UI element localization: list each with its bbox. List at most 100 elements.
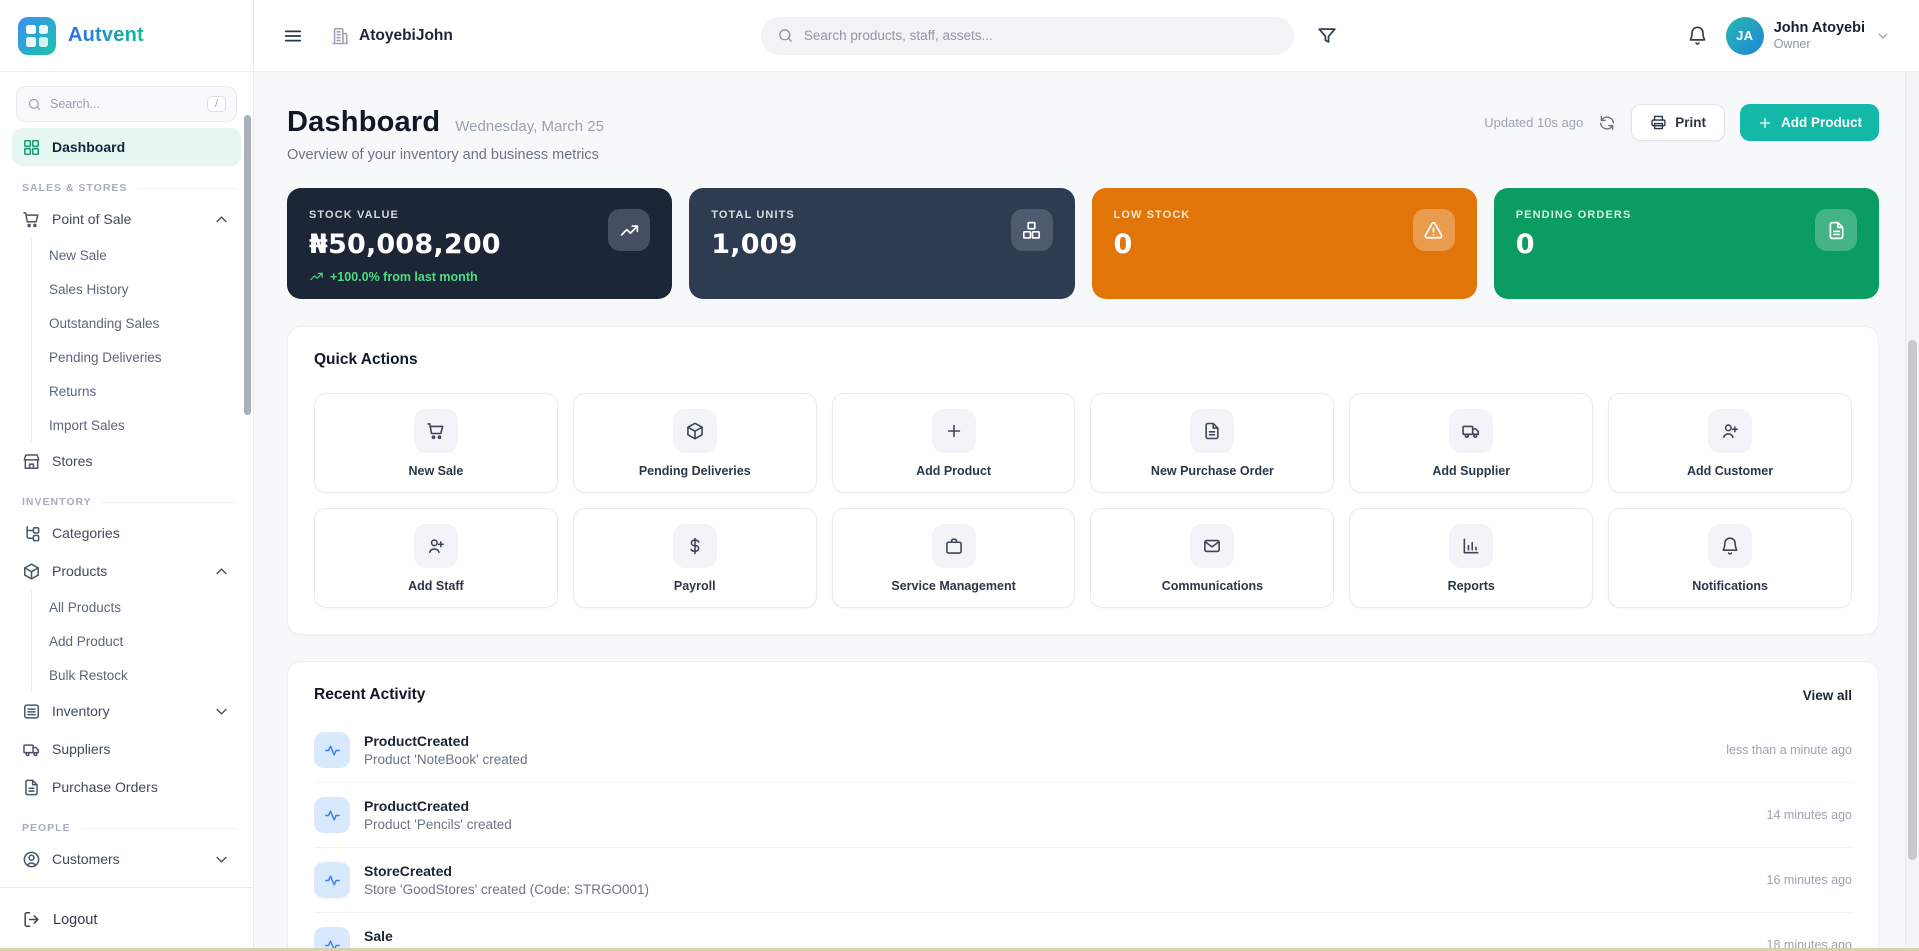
stat-value: 1,009	[711, 229, 1052, 260]
recent-activity-title: Recent Activity	[314, 686, 425, 704]
company-selector[interactable]: AtoyebiJohn	[330, 26, 453, 46]
sidebar-item-customers[interactable]: Customers	[12, 840, 241, 878]
sidebar-item-import-sales[interactable]: Import Sales	[49, 408, 241, 442]
activity-description: Product 'Pencils' created	[364, 817, 512, 832]
quick-action-new-sale[interactable]: New Sale	[314, 393, 558, 493]
page-title: Dashboard	[287, 106, 440, 139]
mail-icon	[1202, 536, 1222, 556]
activity-row: Sale Sale: 1 units of 'John Stores - IPh…	[314, 912, 1852, 951]
quick-action-payroll[interactable]: Payroll	[573, 508, 817, 608]
activity-icon	[323, 741, 342, 760]
user-name: John Atoyebi	[1774, 19, 1865, 37]
menu-icon[interactable]	[282, 25, 304, 47]
plus-icon	[1757, 115, 1773, 131]
products-subnav: All Products Add Product Bulk Restock	[31, 590, 241, 692]
quick-action-add-staff[interactable]: Add Staff	[314, 508, 558, 608]
search-icon	[777, 27, 794, 44]
sidebar-item-returns[interactable]: Returns	[49, 374, 241, 408]
file-text-icon	[1202, 421, 1222, 441]
package-icon	[685, 421, 705, 441]
quick-action-add-supplier[interactable]: Add Supplier	[1349, 393, 1593, 493]
main-area: AtoyebiJohn JA John Atoyebi Owner	[254, 0, 1919, 951]
sidebar-search-input[interactable]	[50, 97, 199, 111]
avatar: JA	[1726, 17, 1764, 55]
cart-icon	[426, 421, 446, 441]
user-plus-icon	[1720, 421, 1740, 441]
stat-label: LOW STOCK	[1114, 209, 1455, 221]
print-button[interactable]: Print	[1631, 104, 1725, 141]
add-product-button[interactable]: Add Product	[1740, 104, 1879, 141]
sidebar-item-pending-deliveries[interactable]: Pending Deliveries	[49, 340, 241, 374]
view-all-link[interactable]: View all	[1803, 688, 1852, 703]
sidebar-item-products[interactable]: Products	[12, 552, 241, 590]
quick-action-new-purchase-order[interactable]: New Purchase Order	[1090, 393, 1334, 493]
quick-action-communications[interactable]: Communications	[1090, 508, 1334, 608]
quick-action-notifications[interactable]: Notifications	[1608, 508, 1852, 608]
brand-logo[interactable]: Autvent	[0, 0, 253, 72]
sidebar-item-label: Suppliers	[52, 741, 110, 757]
sidebar-scrollbar-thumb[interactable]	[244, 115, 251, 415]
notifications-bell-icon[interactable]	[1687, 25, 1708, 46]
activity-list: ProductCreated Product 'NoteBook' create…	[314, 718, 1852, 951]
sidebar-item-dashboard[interactable]: Dashboard	[12, 128, 241, 166]
boxes-icon	[1021, 220, 1042, 241]
stat-value: 0	[1516, 229, 1857, 260]
page-scrollbar-thumb[interactable]	[1908, 340, 1917, 860]
dashboard-content: Dashboard Wednesday, March 25 Updated 10…	[254, 72, 1919, 951]
sidebar-item-suppliers[interactable]: Suppliers	[12, 730, 241, 768]
stat-label: STOCK VALUE	[309, 209, 650, 221]
topbar-right: JA John Atoyebi Owner	[1687, 17, 1891, 55]
sidebar-item-label: Inventory	[52, 703, 110, 719]
slash-shortcut-key: /	[207, 96, 226, 112]
global-search[interactable]	[761, 17, 1294, 55]
recent-activity-panel: Recent Activity View all ProductCreated …	[287, 661, 1879, 951]
activity-time: 14 minutes ago	[1767, 808, 1852, 822]
quick-action-add-product[interactable]: Add Product	[832, 393, 1076, 493]
point-of-sale-subnav: New Sale Sales History Outstanding Sales…	[31, 238, 241, 442]
sidebar-item-inventory[interactable]: Inventory	[12, 692, 241, 730]
sidebar-search[interactable]: /	[16, 86, 237, 122]
sidebar-item-bulk-restock[interactable]: Bulk Restock	[49, 658, 241, 692]
sidebar-item-all-products[interactable]: All Products	[49, 590, 241, 624]
dollar-icon	[685, 536, 705, 556]
logout-label: Logout	[53, 912, 97, 928]
building-icon	[330, 26, 350, 46]
sidebar-item-new-sale[interactable]: New Sale	[49, 238, 241, 272]
sidebar-item-stores[interactable]: Stores	[12, 442, 241, 480]
activity-icon	[323, 806, 342, 825]
user-role: Owner	[1774, 37, 1865, 52]
plus-icon	[944, 421, 964, 441]
user-menu[interactable]: JA John Atoyebi Owner	[1726, 17, 1891, 55]
filter-icon[interactable]	[1316, 25, 1338, 47]
printer-icon	[1650, 114, 1667, 131]
sidebar-item-outstanding-sales[interactable]: Outstanding Sales	[49, 306, 241, 340]
quick-action-pending-deliveries[interactable]: Pending Deliveries	[573, 393, 817, 493]
brand-name: Autvent	[68, 24, 144, 47]
page-header: Dashboard Wednesday, March 25 Updated 10…	[287, 104, 1879, 141]
sidebar-item-sales-history[interactable]: Sales History	[49, 272, 241, 306]
file-text-icon	[1826, 220, 1847, 241]
stat-value: ₦50,008,200	[309, 229, 650, 260]
quick-action-add-customer[interactable]: Add Customer	[1608, 393, 1852, 493]
stat-cards: STOCK VALUE ₦50,008,200 +100.0% from las…	[287, 188, 1879, 299]
page-scrollbar[interactable]	[1905, 72, 1919, 951]
truck-icon	[1461, 421, 1481, 441]
stat-card-low-stock: LOW STOCK 0	[1092, 188, 1477, 299]
quick-action-service-management[interactable]: Service Management	[832, 508, 1076, 608]
sidebar-item-label: Categories	[52, 525, 120, 541]
company-name: AtoyebiJohn	[359, 27, 453, 45]
quick-action-reports[interactable]: Reports	[1349, 508, 1593, 608]
stat-iconbox	[1413, 209, 1455, 251]
logout-button[interactable]: Logout	[22, 910, 97, 929]
sidebar-item-categories[interactable]: Categories	[12, 514, 241, 552]
dashboard-grid-icon	[22, 138, 41, 157]
sidebar-item-purchase-orders[interactable]: Purchase Orders	[12, 768, 241, 806]
sidebar-item-add-product[interactable]: Add Product	[49, 624, 241, 658]
stat-card-pending-orders: PENDING ORDERS 0	[1494, 188, 1879, 299]
chevron-down-icon	[212, 702, 231, 721]
global-search-input[interactable]	[804, 28, 1278, 43]
sidebar-item-partial[interactable]	[12, 878, 241, 887]
sidebar-item-point-of-sale[interactable]: Point of Sale	[12, 200, 241, 238]
autvent-logo-icon	[18, 17, 56, 55]
refresh-icon[interactable]	[1598, 114, 1616, 132]
